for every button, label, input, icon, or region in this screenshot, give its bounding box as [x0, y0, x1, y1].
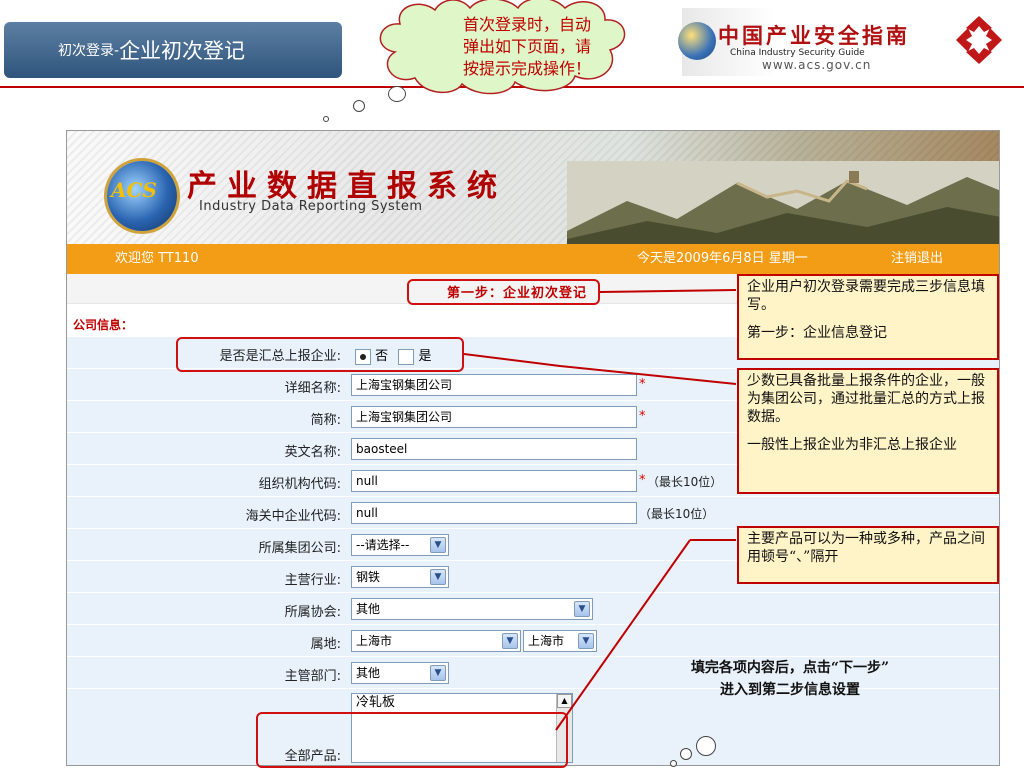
group-select[interactable]: --请选择-- ▼ — [351, 534, 449, 556]
slide-title-small: 初次登录- — [58, 43, 120, 59]
globe-icon — [678, 22, 716, 60]
brand-url: www.acs.gov.cn — [762, 58, 872, 72]
callout-aggregate-line-2: 一般性上报企业为非汇总上报企业 — [747, 437, 957, 453]
thought-bubble-medium — [353, 100, 365, 112]
province-select[interactable]: 上海市 ▼ — [351, 630, 521, 652]
form-row-customs-code: 海关中企业代码: null （最长10位） — [67, 497, 999, 529]
products-textarea-value: 冷轧板 — [356, 695, 396, 710]
callout-aggregate: 少数已具备批量上报条件的企业，一般为集团公司，通过批量汇总的方式上报数据。 一般… — [737, 368, 999, 494]
top-cloud-text: 首次登录时，自动 弹出如下页面，请 按提示完成操作！ — [432, 14, 622, 80]
full-name-required-mark: * — [639, 377, 646, 392]
chevron-down-icon[interactable]: ▼ — [430, 665, 446, 681]
callout-products: 主要产品可以为一种或多种，产品之间用顿号“、”隔开 — [737, 526, 999, 584]
association-label: 所属协会: — [284, 605, 341, 620]
english-name-input[interactable]: baosteel — [351, 438, 637, 460]
top-cloud-line-1: 首次登录时，自动 — [462, 15, 591, 34]
short-name-input[interactable]: 上海宝钢集团公司 — [351, 406, 637, 428]
city-select[interactable]: 上海市 ▼ — [523, 630, 597, 652]
brand-name-en: China Industry Security Guide — [730, 48, 865, 58]
chevron-down-icon[interactable]: ▼ — [430, 537, 446, 553]
org-code-hint: （最长10位） — [647, 475, 723, 489]
top-cloud-line-3: 按提示完成操作！ — [462, 59, 591, 78]
industry-label: 主营行业: — [284, 573, 341, 588]
short-name-required-mark: * — [639, 409, 646, 424]
org-code-input[interactable]: null — [351, 470, 637, 492]
callout-first-step-line-2: 第一步：企业信息登记 — [747, 325, 887, 341]
highlight-step-title — [407, 279, 600, 305]
location-label: 属地: — [310, 637, 341, 652]
org-code-label: 组织机构代码: — [258, 477, 341, 492]
department-label: 主管部门: — [284, 669, 341, 684]
logout-link[interactable]: 注销退出 — [891, 244, 943, 274]
welcome-text: 欢迎您 TT110 — [115, 251, 199, 266]
province-select-value: 上海市 — [356, 634, 393, 648]
great-wall-image — [567, 161, 999, 244]
callout-aggregate-line-1: 少数已具备批量上报条件的企业，一般为集团公司，通过批量汇总的方式上报数据。 — [747, 373, 985, 425]
app-header: ACS 产业数据直报系统 Industry Data Reporting Sys… — [67, 131, 999, 244]
bottom-cloud-text: 填完各项内容后，点击“下一步” 进入到第二步信息设置 — [640, 657, 940, 701]
industry-select-value: 钢铁 — [356, 570, 381, 584]
system-name-en: Industry Data Reporting System — [199, 199, 423, 214]
customs-code-hint: （最长10位） — [639, 507, 715, 521]
slide-title-tab: 初次登录- 企业初次登记 — [4, 22, 342, 78]
scroll-up-icon[interactable]: ▲ — [557, 694, 572, 708]
customs-code-input[interactable]: null — [351, 502, 637, 524]
section-label: 公司信息： — [73, 318, 134, 332]
chevron-down-icon[interactable]: ▼ — [574, 601, 590, 617]
english-name-label: 英文名称: — [284, 445, 341, 460]
thought-bubble-small — [323, 116, 329, 122]
acs-guide-logo-icon — [956, 16, 1002, 64]
header-divider — [0, 86, 1024, 88]
bottom-cloud-line-2: 进入到第二步信息设置 — [720, 682, 860, 698]
callout-first-step: 企业用户初次登录需要完成三步信息填写。 第一步：企业信息登记 — [737, 274, 999, 360]
association-select-value: 其他 — [356, 602, 381, 616]
thought-bubble-large — [696, 736, 716, 756]
brand-banner: 中国产业安全指南 China Industry Security Guide w… — [678, 8, 916, 76]
thought-bubble-large — [388, 86, 406, 102]
highlight-products — [256, 712, 568, 768]
city-select-value: 上海市 — [528, 634, 565, 648]
org-code-required-mark: * — [639, 473, 646, 488]
industry-select[interactable]: 钢铁 ▼ — [351, 566, 449, 588]
customs-code-label: 海关中企业代码: — [245, 509, 341, 524]
top-cloud-line-2: 弹出如下页面，请 — [462, 37, 591, 56]
brand-name-cn: 中国产业安全指南 — [718, 23, 910, 48]
callout-first-step-line-1: 企业用户初次登录需要完成三步信息填写。 — [747, 279, 985, 313]
date-text: 今天是2009年6月8日 星期一 — [637, 251, 808, 266]
short-name-label: 简称: — [310, 413, 341, 428]
department-select-value: 其他 — [356, 666, 381, 680]
chevron-down-icon[interactable]: ▼ — [502, 633, 518, 649]
chevron-down-icon[interactable]: ▼ — [578, 633, 594, 649]
callout-products-line-1: 主要产品可以为一种或多种，产品之间用顿号“、”隔开 — [747, 531, 985, 565]
highlight-aggregate — [176, 337, 464, 372]
full-name-label: 详细名称: — [284, 381, 341, 396]
chevron-down-icon[interactable]: ▼ — [430, 569, 446, 585]
department-select[interactable]: 其他 ▼ — [351, 662, 449, 684]
form-row-location: 属地: 上海市 ▼ 上海市 ▼ — [67, 625, 999, 657]
thought-bubble-medium — [680, 748, 692, 760]
bottom-cloud-line-1: 填完各项内容后，点击“下一步” — [690, 660, 890, 676]
association-select[interactable]: 其他 ▼ — [351, 598, 593, 620]
group-select-value: --请选择-- — [356, 538, 410, 552]
group-label: 所属集团公司: — [258, 541, 341, 556]
acs-logo-text: ACS — [111, 178, 157, 202]
thought-bubble-small — [670, 760, 677, 767]
full-name-input[interactable]: 上海宝钢集团公司 — [351, 374, 637, 396]
slide-title-large: 企业初次登记 — [119, 39, 246, 63]
form-row-association: 所属协会: 其他 ▼ — [67, 593, 999, 625]
user-status-bar: 欢迎您 TT110 今天是2009年6月8日 星期一 注销退出 — [67, 244, 999, 274]
